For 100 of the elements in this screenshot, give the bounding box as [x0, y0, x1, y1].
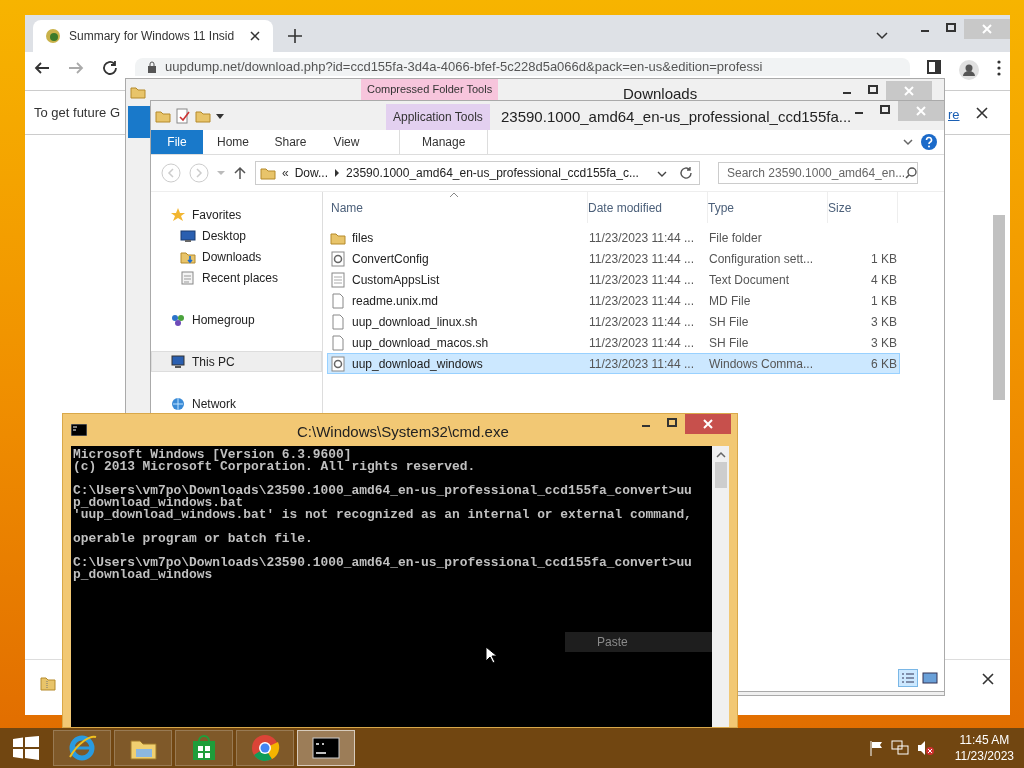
file-size: 4 KB [871, 271, 897, 289]
context-tab[interactable]: Application Tools [386, 104, 490, 130]
file-size: 3 KB [871, 313, 897, 331]
nav-item[interactable]: Favorites [151, 204, 322, 225]
ribbon-tab[interactable]: View [318, 130, 375, 154]
scrollbar-thumb[interactable] [993, 215, 1005, 400]
search-placeholder: Search 23590.1000_amd64_en... [727, 165, 906, 182]
maximize-icon[interactable] [667, 418, 677, 427]
close-icon[interactable] [249, 30, 261, 42]
monitor-icon [170, 353, 186, 370]
search-field[interactable]: Search 23590.1000_amd64_en... [718, 162, 918, 184]
chevron-down-icon[interactable] [902, 136, 914, 148]
maximize-icon[interactable] [868, 85, 878, 94]
address-bar[interactable]: uupdump.net/download.php?id=ccd155fa-3d4a-4066-bfef-5c228d5a066d&pack=en-us&edition=professi [135, 58, 910, 76]
console-line: C:\Users\vm7po\Downloads\23590.1000_amd64_en-us_professional_ccd155fa_convert>uu [73, 485, 693, 497]
clock-date[interactable]: 11/23/2023 [954, 748, 1014, 764]
nav-item[interactable]: Desktop [151, 225, 322, 246]
file-name: ConvertConfig [352, 250, 429, 268]
file-name: uup_download_macos.sh [352, 334, 489, 352]
infobar-text: To get future G [34, 103, 120, 122]
console-line: 'uup_download_windows.bat' is not recognized as an internal or external command, [73, 509, 693, 521]
details-view-icon[interactable] [898, 669, 918, 687]
infobar-link[interactable]: re [948, 105, 960, 125]
maximize-icon[interactable] [880, 105, 890, 114]
context-tab[interactable]: Compressed Folder Tools [361, 79, 499, 100]
file-type: File folder [709, 229, 763, 247]
ribbon-tab[interactable]: Home [203, 130, 263, 154]
browser-tab[interactable]: Summary for Windows 11 Insid [33, 20, 273, 52]
up-arrow-icon[interactable] [233, 166, 247, 180]
file-row[interactable]: uup_download_linux.sh 11/23/2023 11:44 ... SH File 3 KB [327, 311, 900, 332]
ribbon-tab[interactable]: File [151, 130, 203, 154]
folder-icon [260, 165, 276, 181]
column-header[interactable]: Date modified [588, 192, 708, 223]
nav-item[interactable]: Network [151, 393, 322, 414]
window-title: C:\Windows\System32\cmd.exe [297, 422, 509, 442]
file-name: uup_download_windows [352, 355, 483, 373]
close-icon[interactable] [981, 672, 995, 686]
nav-item[interactable]: Recent places [151, 267, 322, 288]
chevron-down-icon[interactable] [657, 169, 667, 179]
speaker-muted-icon[interactable] [916, 740, 935, 756]
file-row[interactable]: uup_download_windows 11/23/2023 11:44 ... Windows Comma... 6 KB [327, 353, 900, 374]
file-date: 11/23/2023 11:44 ... [589, 292, 695, 310]
url-text: uupdump.net/download.php?id=ccd155fa-3d4a-4066-bfef-5c228d5a066d&pack=en-us&edition=professi [165, 59, 763, 75]
help-icon[interactable] [920, 133, 938, 151]
nav-item[interactable]: Homegroup [151, 309, 322, 330]
reload-icon[interactable] [101, 59, 119, 77]
console-icon [71, 424, 87, 436]
file-date: 11/23/2023 11:44 ... [589, 229, 695, 247]
file-date: 11/23/2023 11:44 ... [589, 334, 695, 352]
close-icon[interactable] [975, 106, 989, 120]
file-row[interactable]: uup_download_macos.sh 11/23/2023 11:44 ... SH File 3 KB [327, 332, 900, 353]
file-size: 1 KB [871, 250, 897, 268]
file-row[interactable]: readme.unix.md 11/23/2023 11:44 ... MD File 1 KB [327, 290, 900, 311]
lock-icon [147, 61, 157, 73]
nav-item[interactable]: Downloads [151, 246, 322, 267]
network-icon[interactable] [890, 740, 909, 756]
refresh-icon[interactable] [679, 166, 693, 180]
ribbon-tab[interactable]: Manage [399, 130, 489, 154]
clock-time[interactable]: 11:45 AM [959, 732, 1010, 748]
scroll-up-icon[interactable] [715, 450, 726, 460]
scrollbar-thumb[interactable] [714, 462, 727, 488]
file-row[interactable]: files 11/23/2023 11:44 ... File folder [327, 227, 900, 248]
breadcrumb-chevron[interactable]: « [282, 164, 289, 182]
breadcrumb[interactable]: 23590.1000_amd64_en-us_professional_ccd155fa_c... [346, 164, 639, 182]
file-row[interactable]: CustomAppsList 11/23/2023 11:44 ... Text Document 4 KB [327, 269, 900, 290]
folder-icon [130, 84, 146, 100]
close-icon [964, 19, 1010, 39]
console-line: operable program or batch file. [73, 533, 314, 545]
nav-item[interactable]: This PC [151, 351, 322, 372]
console-line: C:\Users\vm7po\Downloads\23590.1000_amd64_en-us_professional_ccd155fa_convert>uu [73, 557, 693, 569]
address-bar[interactable]: « Dow... 23590.1000_amd64_en-us_professional_ccd155fa_c... [255, 161, 700, 185]
file-name: readme.unix.md [352, 292, 439, 310]
menu-item[interactable]: Paste [565, 632, 712, 652]
console-line: Microsoft Windows [Version 6.3.9600] [73, 449, 352, 461]
thumbnail-view-icon[interactable] [920, 669, 940, 687]
document-icon [180, 269, 196, 286]
breadcrumb[interactable]: Dow... [294, 164, 329, 182]
file-name: CustomAppsList [352, 271, 440, 289]
globe-icon [170, 395, 186, 412]
flag-icon[interactable] [868, 740, 883, 756]
star-icon [170, 206, 186, 223]
sidebar-icon[interactable] [926, 59, 942, 75]
file-type: Text Document [709, 271, 791, 289]
column-header[interactable]: Size [828, 192, 898, 223]
close-icon [886, 81, 932, 101]
tab-title: Summary for Windows 11 Insid [69, 28, 236, 45]
column-header[interactable]: Name [327, 192, 588, 223]
taskbar-app[interactable] [175, 730, 233, 766]
file-row[interactable]: ConvertConfig 11/23/2023 11:44 ... Configuration sett... 1 KB [327, 248, 900, 269]
profile-icon[interactable] [958, 59, 980, 81]
menu-icon[interactable] [996, 59, 1002, 77]
gear-document-icon [330, 250, 346, 267]
column-header[interactable]: Type [708, 192, 828, 223]
file-size: 3 KB [871, 334, 897, 352]
windows-logo-icon[interactable] [13, 736, 39, 760]
properties-icon [175, 107, 191, 124]
taskbar-app[interactable] [297, 730, 355, 766]
document-icon [330, 334, 346, 351]
ribbon-tab[interactable]: Share [263, 130, 318, 154]
maximize-icon[interactable] [946, 23, 956, 32]
